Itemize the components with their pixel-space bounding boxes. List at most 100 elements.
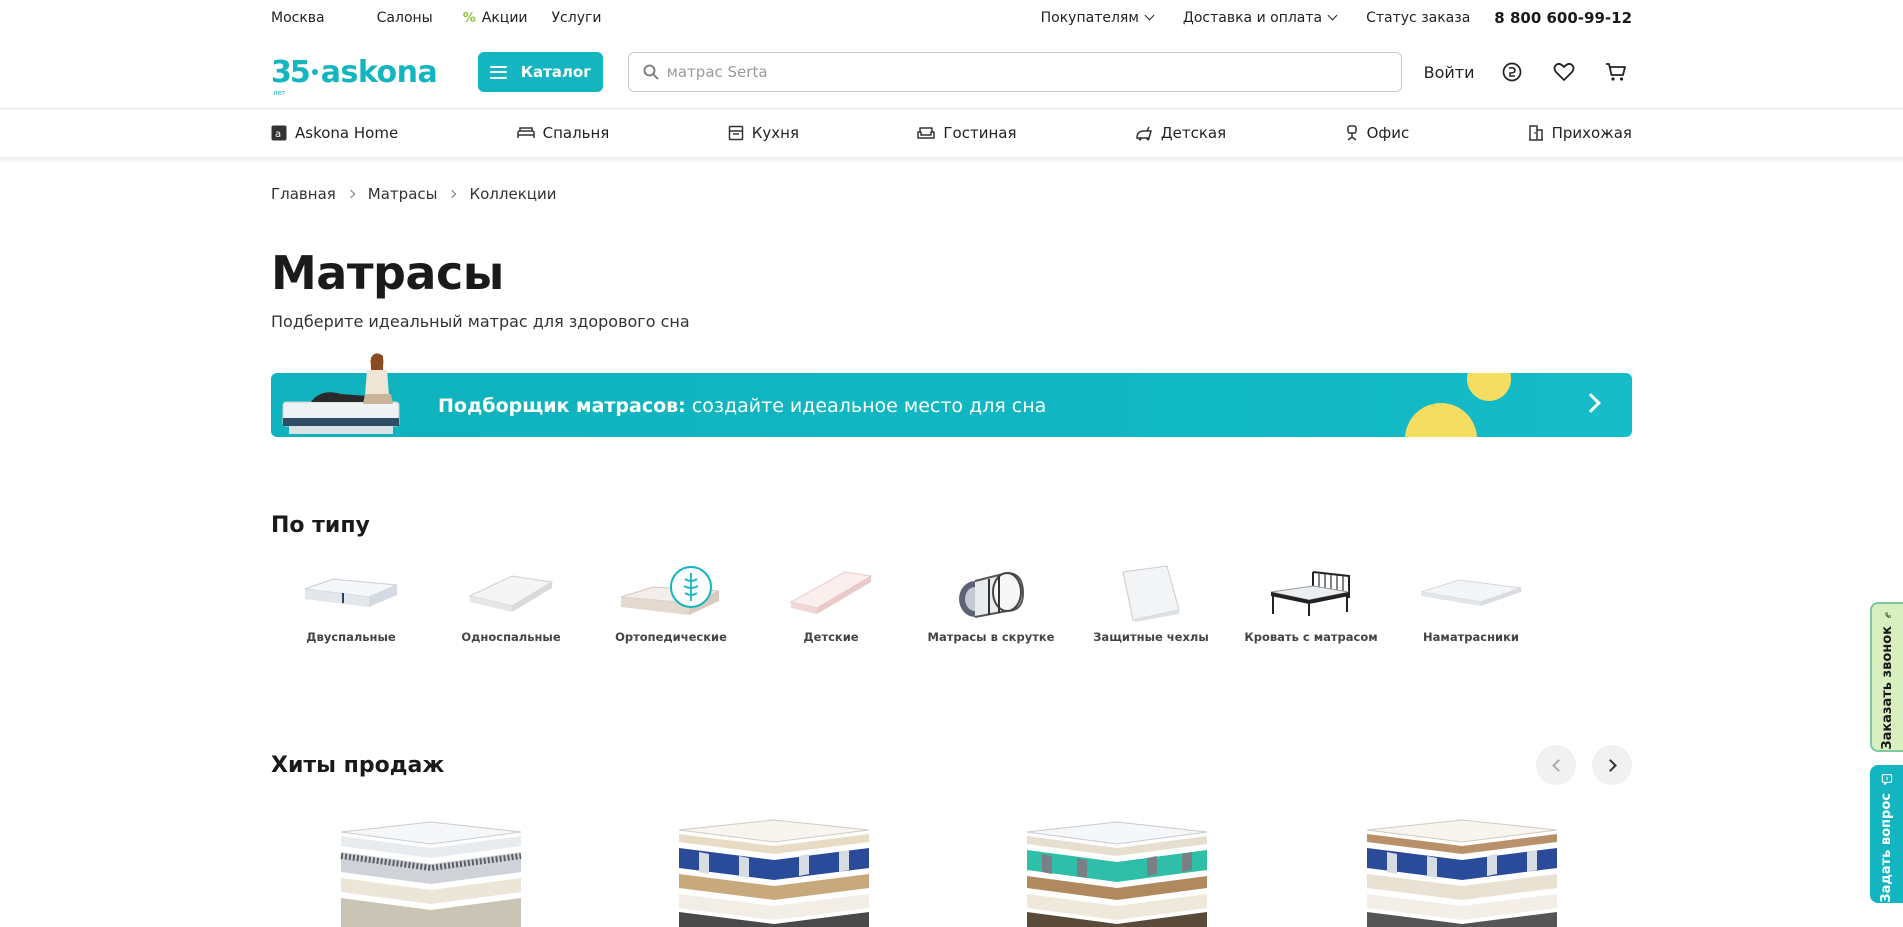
logo-dot [311,69,318,75]
nav-askona-home[interactable]: a Askona Home [271,124,398,142]
type-double[interactable]: Двуспальные [271,562,431,652]
phone-number[interactable]: 8 800 600-99-12 [1494,9,1632,27]
salons-link[interactable]: Салоны [377,10,433,26]
buyers-menu[interactable]: Покупателям [1040,10,1155,26]
phone-icon [1884,612,1891,618]
type-label: Ортопедические [615,630,727,644]
promos-label: Акции [481,10,528,26]
type-label: Односпальные [461,630,561,644]
logo-years-caption: лет [273,88,286,97]
logo-anniversary: 35 лет [271,54,311,97]
sun-decoration [1405,403,1477,437]
nav-label: Кухня [751,124,799,142]
type-toppers[interactable]: Наматрасники [1391,562,1551,652]
ask-question-widget[interactable]: Задать вопрос [1870,765,1903,903]
types-list: Двуспальные Односпальные Ортопедические … [271,562,1632,652]
product-card-image[interactable] [331,816,531,927]
order-status-link[interactable]: Статус заказа [1366,10,1470,26]
callback-label: Заказать звонок [1880,626,1895,750]
type-bed-with-mattress[interactable]: Кровать с матрасом [1231,562,1391,652]
product-card-image[interactable] [1017,816,1217,927]
chevron-right-icon[interactable] [1581,393,1601,413]
carousel-prev-button[interactable] [1536,745,1576,785]
type-label: Двуспальные [306,630,396,644]
search-input[interactable] [666,63,1367,81]
mattress-orthopedic-image [619,562,723,624]
nav-hallway[interactable]: Прихожая [1528,124,1632,142]
cart-icon[interactable] [1600,56,1632,88]
mattress-rolled-image [953,562,1029,624]
banner-title: Подборщик матрасов: [438,395,686,417]
logo[interactable]: 35 лет askona [271,52,438,97]
chevron-left-icon [1551,758,1565,772]
bed-with-mattress-image [1269,562,1353,624]
page-title: Матрасы [271,246,504,300]
nav-office[interactable]: Офис [1345,124,1410,142]
chevron-right-icon [448,189,457,199]
banner-caption: создайте идеальное место для сна [685,395,1047,417]
top-bar: Москва Салоны % Акции Услуги Покупателям… [271,0,1632,36]
breadcrumb-home[interactable]: Главная [271,185,336,203]
bonus-coin-icon[interactable] [1497,56,1529,88]
type-single[interactable]: Односпальные [431,562,591,652]
bed-icon [516,127,535,138]
login-link[interactable]: Войти [1424,63,1475,82]
chevron-right-icon [1603,758,1617,772]
breadcrumb: Главная Матрасы Коллекции [271,184,1632,204]
category-nav: a Askona Home Спальня Кухня Гостиная Дет… [271,109,1632,157]
catalog-button[interactable]: Каталог [478,52,603,92]
nav-bedroom[interactable]: Спальня [516,124,610,142]
logo-text: askona [320,54,438,90]
kitchen-icon [728,125,743,141]
chevron-down-icon [1327,10,1338,20]
heart-icon[interactable] [1548,56,1580,88]
mattress-single-image [468,562,554,624]
nav-kids[interactable]: Детская [1135,124,1226,142]
office-chair-icon [1346,125,1357,141]
type-orthopedic[interactable]: Ортопедические [591,562,751,652]
type-rolled[interactable]: Матрасы в скрутке [911,562,1071,652]
type-covers[interactable]: Защитные чехлы [1071,562,1231,652]
banner-text: Подборщик матрасов: создайте идеальное м… [438,395,1046,417]
mattress-topper-image [1419,562,1523,624]
nav-shadow [0,157,1903,163]
nav-label: Askona Home [295,124,399,142]
breadcrumb-mattresses[interactable]: Матрасы [368,185,438,203]
chevron-down-icon [1144,10,1155,20]
buyers-label: Покупателям [1040,10,1139,26]
type-label: Детские [803,630,859,644]
nav-label: Офис [1366,124,1410,142]
breadcrumb-collections[interactable]: Коллекции [469,185,556,203]
type-label: Наматрасники [1423,630,1519,644]
ask-question-label: Задать вопрос [1879,793,1894,903]
askona-home-icon: a [271,125,287,141]
nav-label: Спальня [542,124,610,142]
mattress-selector-banner[interactable]: Подборщик матрасов: создайте идеальное м… [271,373,1632,437]
chat-icon [1881,774,1892,786]
type-label: Защитные чехлы [1093,630,1209,644]
page-subtitle: Подберите идеальный матрас для здорового… [271,312,690,331]
callback-widget[interactable]: Заказать звонок [1870,602,1903,752]
type-label: Матрасы в скрутке [927,630,1055,644]
carousel-next-button[interactable] [1592,745,1632,785]
nav-living-room[interactable]: Гостиная [917,124,1017,142]
catalog-label: Каталог [520,63,592,81]
delivery-menu[interactable]: Доставка и оплата [1183,10,1338,26]
sofa-icon [917,127,936,139]
product-card-image[interactable] [1357,816,1567,927]
mattress-double-image [303,562,399,624]
logo-years: 35 [271,54,311,90]
city-selector[interactable]: Москва [271,10,325,26]
product-card-image[interactable] [669,816,879,927]
nav-label: Детская [1160,124,1227,142]
sun-decoration [1467,373,1511,401]
nav-label: Гостиная [943,124,1017,142]
promos-link[interactable]: % Акции [463,10,528,26]
menu-icon [489,65,507,79]
types-section-title: По типу [271,513,370,538]
nav-kitchen[interactable]: Кухня [728,124,799,142]
protective-cover-image [1119,562,1183,624]
hits-section-title: Хиты продаж [271,753,445,778]
type-kids[interactable]: Детские [751,562,911,652]
services-link[interactable]: Услуги [552,10,602,26]
